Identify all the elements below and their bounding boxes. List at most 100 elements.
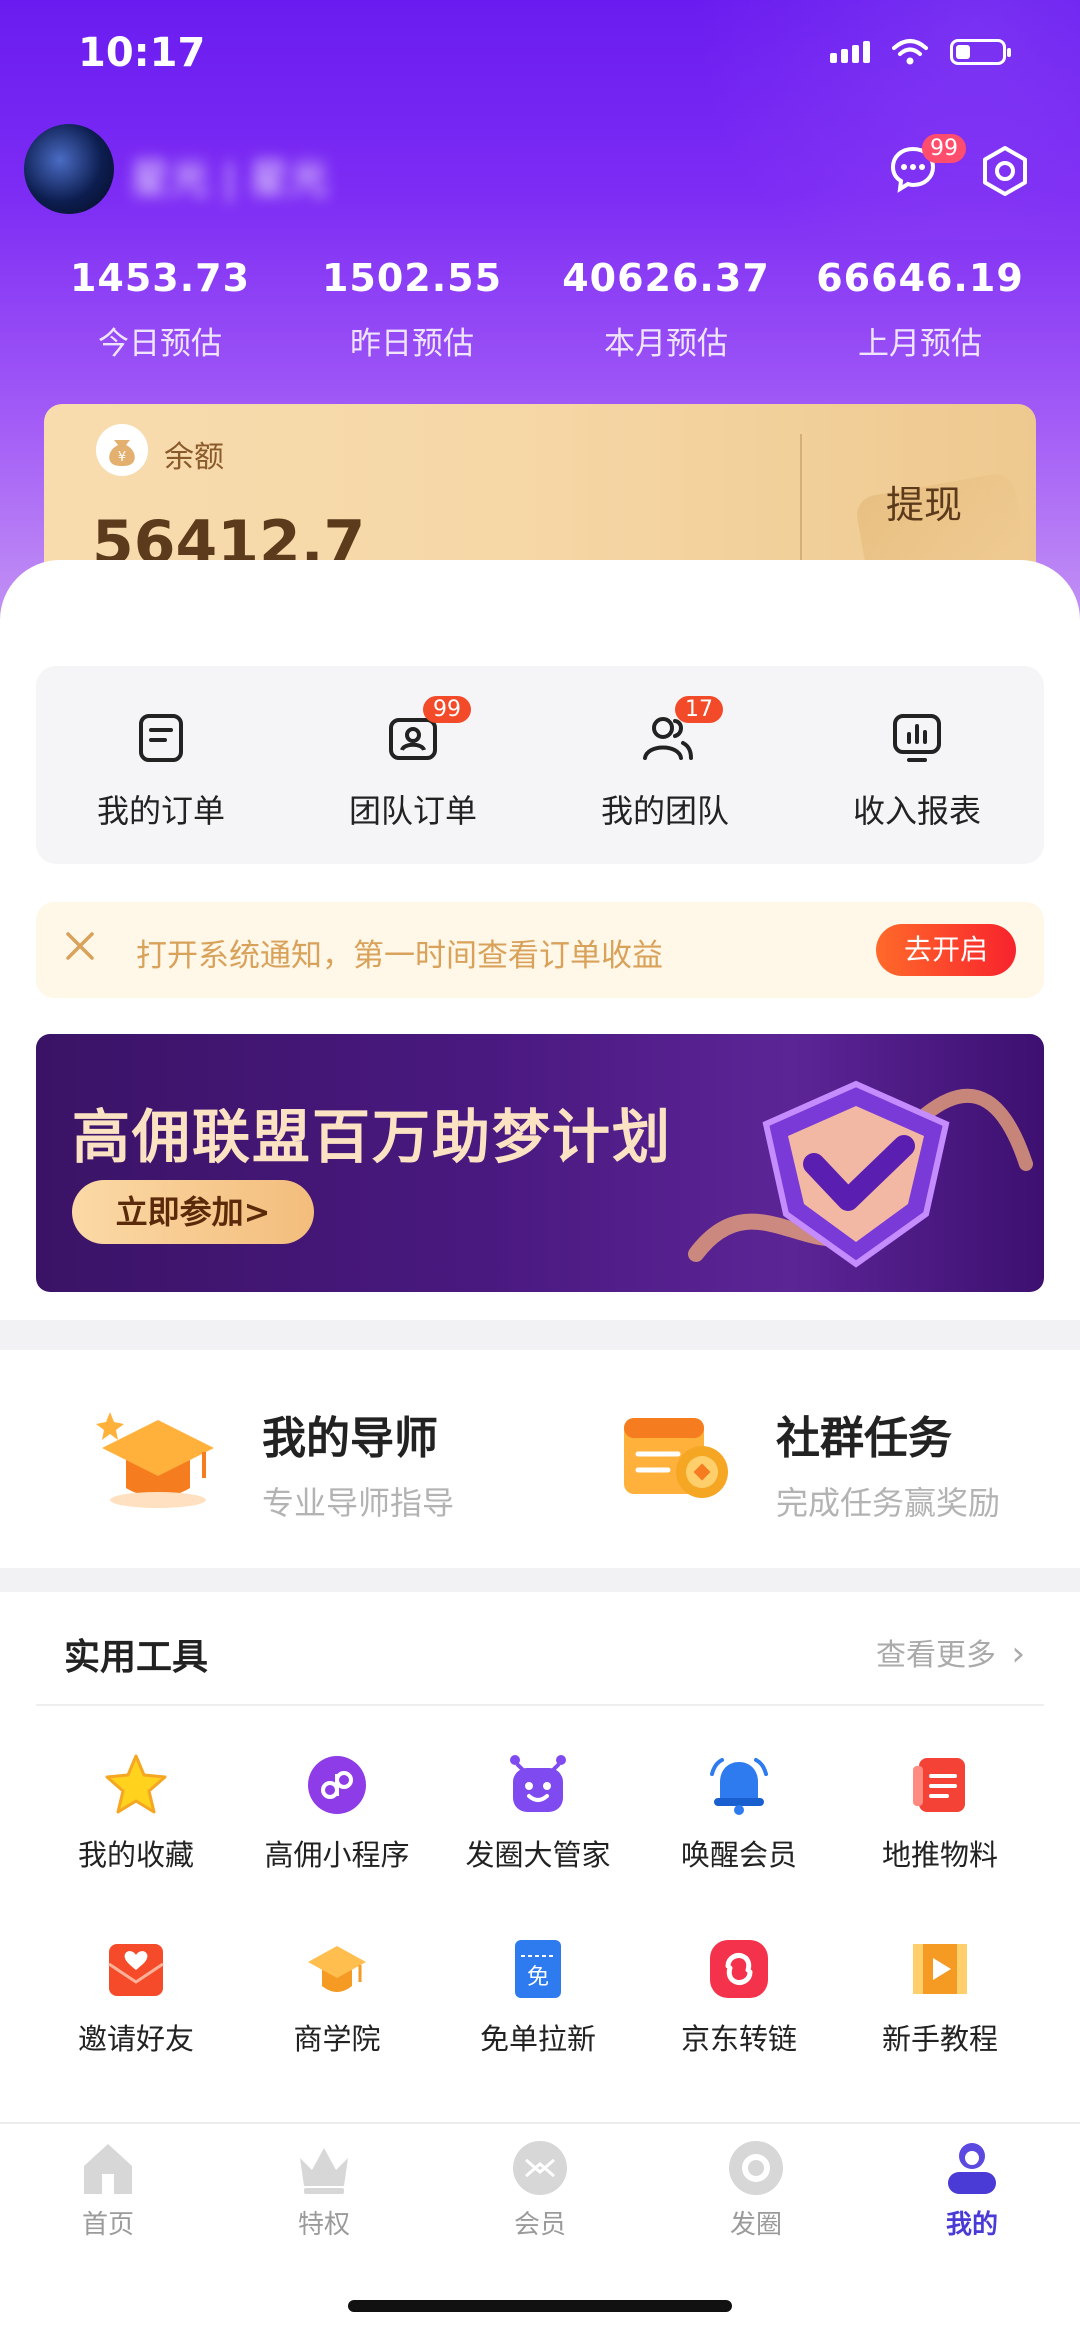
tool-label: 京东转链 <box>680 2022 797 2056</box>
tool-jd-link-convert[interactable]: 京东转链 <box>639 1936 839 2058</box>
user-name: 星光 | 星光 <box>130 156 329 202</box>
bell-icon <box>706 1752 772 1818</box>
robot-icon <box>505 1752 571 1818</box>
shield-check-icon <box>688 1080 1033 1268</box>
task-calendar-icon <box>624 1418 728 1498</box>
join-now-button[interactable]: 立即参加> <box>72 1180 314 1244</box>
stat-value: 66646.19 <box>816 256 1024 300</box>
avatar[interactable] <box>24 124 114 214</box>
tab-label: 特权 <box>297 2210 350 2240</box>
tool-beginner-tutorial[interactable]: 新手教程 <box>840 1936 1040 2058</box>
tab-home[interactable]: 首页 <box>0 2138 216 2241</box>
stat-last-month[interactable]: 66646.19 上月预估 <box>800 256 1040 363</box>
tab-mine[interactable]: 我的 <box>864 2138 1080 2241</box>
graduation-cap-icon <box>304 1936 370 2002</box>
member-icon <box>510 2138 570 2198</box>
tab-member[interactable]: 会员 <box>432 2138 648 2241</box>
tool-label: 我的收藏 <box>77 1838 194 1872</box>
balance-label: 余额 <box>164 440 224 475</box>
tool-label: 唤醒会员 <box>680 1838 797 1872</box>
tool-wake-members[interactable]: 唤醒会员 <box>639 1752 839 1874</box>
tool-label: 高佣小程序 <box>264 1838 410 1872</box>
signal-icon <box>830 41 870 63</box>
home-indicator <box>348 2300 732 2312</box>
status-time: 10:17 <box>78 30 206 76</box>
free-ticket-text: 免 <box>527 1965 549 1990</box>
video-tutorial-icon <box>907 1936 973 2002</box>
stat-label: 今日预估 <box>98 326 222 362</box>
divider <box>36 1704 1044 1706</box>
feature-community-tasks[interactable]: 社群任务 完成任务赢奖励 <box>776 1402 1000 1524</box>
shortcut-my-orders[interactable]: 我的订单 <box>36 712 286 832</box>
tool-label: 邀请好友 <box>77 2022 194 2056</box>
feature-subtitle: 完成任务赢奖励 <box>776 1484 1001 1522</box>
shortcut-label: 我的团队 <box>600 792 729 830</box>
close-icon[interactable] <box>62 928 98 964</box>
tool-promo-materials[interactable]: 地推物料 <box>840 1752 1040 1874</box>
circle-icon <box>726 2138 786 2198</box>
shortcut-label: 我的订单 <box>96 792 225 830</box>
document-icon <box>907 1752 973 1818</box>
star-icon <box>103 1752 169 1818</box>
team-order-icon: 99 <box>387 696 471 764</box>
stat-today[interactable]: 1453.73 今日预估 <box>40 256 280 363</box>
tab-label: 会员 <box>513 2210 566 2240</box>
wifi-icon <box>892 39 928 65</box>
stat-value: 1453.73 <box>69 256 251 300</box>
battery-icon <box>950 39 1011 65</box>
tool-favorites[interactable]: 我的收藏 <box>36 1752 236 1874</box>
tool-label: 商学院 <box>293 2022 381 2056</box>
stat-label: 本月预估 <box>604 326 728 362</box>
tool-invite-friends[interactable]: 邀请好友 <box>36 1936 236 2058</box>
tab-label: 发圈 <box>729 2210 782 2240</box>
tab-label: 首页 <box>81 2210 134 2240</box>
notification-text: 打开系统通知，第一时间查看订单收益 <box>136 938 663 974</box>
tab-label: 我的 <box>945 2210 998 2240</box>
settings-icon[interactable] <box>978 144 1032 198</box>
tool-moments-manager[interactable]: 发圈大管家 <box>438 1752 638 1874</box>
feature-subtitle: 专业导师指导 <box>262 1484 455 1522</box>
feature-title: 我的导师 <box>262 1413 438 1464</box>
team-orders-badge: 99 <box>423 696 471 723</box>
feature-my-mentor[interactable]: 我的导师 专业导师指导 <box>262 1402 454 1524</box>
mini-program-icon <box>304 1752 370 1818</box>
home-icon <box>78 2138 138 2198</box>
shortcut-label: 团队订单 <box>348 792 477 830</box>
tab-moments[interactable]: 发圈 <box>648 2138 864 2241</box>
crown-icon <box>294 2138 354 2198</box>
stat-value: 1502.55 <box>321 256 503 300</box>
svg-text:¥: ¥ <box>118 450 126 465</box>
tool-mini-program[interactable]: 高佣小程序 <box>237 1752 437 1874</box>
view-more-link[interactable]: 查看更多 › <box>876 1630 1025 1674</box>
my-team-badge: 17 <box>675 696 723 723</box>
money-bag-icon: ¥ <box>96 424 148 476</box>
message-badge: 99 <box>922 134 966 163</box>
stat-label: 上月预估 <box>858 326 982 362</box>
shortcut-label: 收入报表 <box>852 792 981 830</box>
feature-title: 社群任务 <box>776 1413 952 1464</box>
withdraw-button[interactable]: 提现 <box>886 474 962 529</box>
order-icon <box>135 712 187 764</box>
stat-value: 40626.37 <box>562 256 770 300</box>
tool-label: 新手教程 <box>881 2022 998 2056</box>
shortcut-my-team[interactable]: 17 我的团队 <box>540 696 790 832</box>
team-icon: 17 <box>639 696 723 764</box>
shortcut-team-orders[interactable]: 99 团队订单 <box>288 696 538 832</box>
tab-privilege[interactable]: 特权 <box>216 2138 432 2241</box>
status-icons <box>830 38 1011 66</box>
shortcut-income-report[interactable]: 收入报表 <box>792 712 1042 832</box>
chevron-right-icon: › <box>1011 1634 1026 1674</box>
tool-free-order[interactable]: 免 免单拉新 <box>438 1936 638 2058</box>
enable-notification-button[interactable]: 去开启 <box>876 924 1016 976</box>
invite-envelope-icon <box>103 1936 169 2002</box>
view-more-label: 查看更多 <box>876 1638 996 1673</box>
banner-title: 高佣联盟百万助梦计划 <box>72 1103 673 1171</box>
report-icon <box>891 712 943 764</box>
tool-label: 发圈大管家 <box>465 1838 611 1872</box>
tool-label: 地推物料 <box>881 1838 998 1872</box>
stat-this-month[interactable]: 40626.37 本月预估 <box>546 256 786 363</box>
tool-business-school[interactable]: 商学院 <box>237 1936 437 2058</box>
promo-banner[interactable]: 高佣联盟百万助梦计划 立即参加> <box>36 1034 1044 1292</box>
tool-label: 免单拉新 <box>479 2022 596 2056</box>
stat-yesterday[interactable]: 1502.55 昨日预估 <box>292 256 532 363</box>
